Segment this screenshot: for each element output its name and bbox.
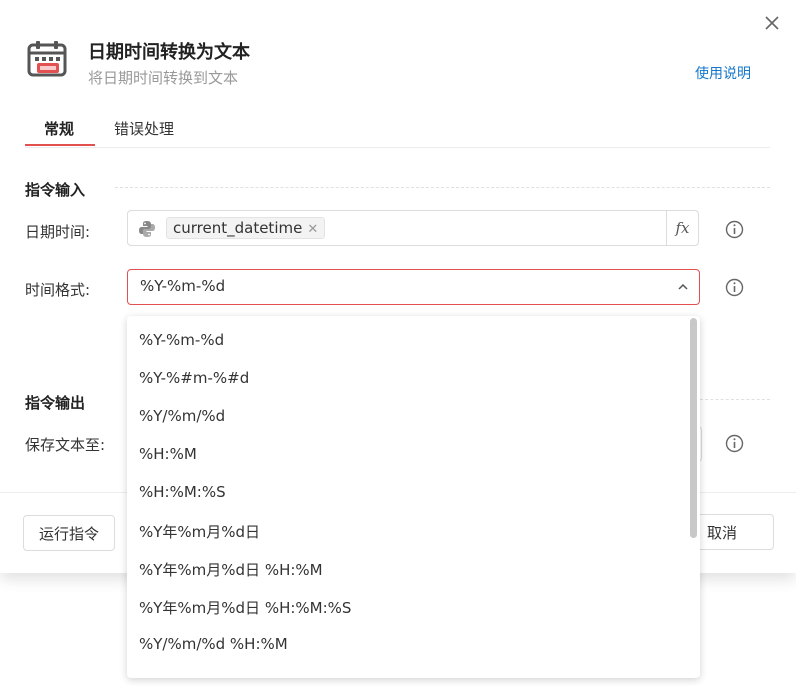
dropdown-scrollbar[interactable] <box>690 318 697 538</box>
page-subtitle: 将日期时间转换到文本 <box>88 69 239 87</box>
dropdown-option[interactable]: %Y/%m/%d %H:%M <box>139 635 288 653</box>
dropdown-option[interactable]: %Y年%m月%d日 %H:%M <box>139 559 323 580</box>
info-icon[interactable] <box>725 220 744 239</box>
section-divider <box>115 187 770 188</box>
page-title: 日期时间转换为文本 <box>88 42 250 63</box>
info-icon[interactable] <box>725 278 744 297</box>
help-link[interactable]: 使用说明 <box>695 63 751 83</box>
format-select[interactable]: %Y-%m-%d <box>127 269 700 305</box>
tab-bar: 常规 错误处理 <box>25 113 770 148</box>
datetime-variable-name: current_datetime <box>173 219 303 237</box>
save-label: 保存文本至: <box>25 436 106 454</box>
format-dropdown: %Y-%m-%d %Y-%#m-%#d %Y/%m/%d %H:%M %H:%M… <box>127 316 700 678</box>
info-icon[interactable] <box>725 434 744 453</box>
fx-button[interactable]: fx <box>666 211 698 245</box>
dropdown-option[interactable]: %Y年%m月%d日 %H:%M:%S <box>139 597 351 618</box>
tag-remove-icon[interactable]: ✕ <box>307 222 318 237</box>
dropdown-option[interactable]: %Y/%m/%d <box>139 407 225 425</box>
dropdown-option[interactable]: %H:%M:%S <box>139 483 226 501</box>
format-label: 时间格式: <box>25 281 91 299</box>
section-divider <box>700 399 770 400</box>
dropdown-option[interactable]: %Y-%#m-%#d <box>139 369 249 387</box>
datetime-field[interactable]: current_datetime ✕ fx <box>127 210 699 246</box>
format-selected-value: %Y-%m-%d <box>140 277 226 295</box>
close-icon[interactable] <box>763 14 781 32</box>
input-section-title: 指令输入 <box>25 181 86 199</box>
chevron-up-icon <box>678 283 688 290</box>
datetime-variable-tag: current_datetime ✕ <box>166 217 326 239</box>
dropdown-option[interactable]: %Y年%m月%d日 <box>139 521 260 542</box>
dropdown-option[interactable]: %Y-%m-%d <box>139 331 224 349</box>
output-section-title: 指令输出 <box>25 394 86 412</box>
dropdown-option[interactable]: %H:%M <box>139 445 197 463</box>
active-tab-indicator <box>25 144 95 146</box>
run-command-button[interactable]: 运行指令 <box>23 515 115 551</box>
python-icon <box>139 221 155 237</box>
tab-general[interactable]: 常规 <box>44 118 74 139</box>
calendar-icon <box>27 41 67 77</box>
tab-error-handling[interactable]: 错误处理 <box>114 118 174 139</box>
datetime-label: 日期时间: <box>25 223 91 241</box>
